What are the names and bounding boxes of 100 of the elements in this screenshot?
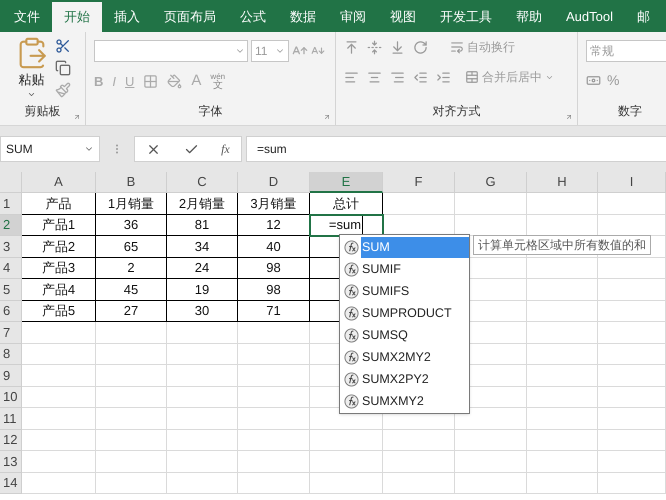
ribbon-tab[interactable]: AudTool xyxy=(554,2,625,32)
increase-indent-icon[interactable] xyxy=(436,70,451,84)
autocomplete-item[interactable]: SUMX2PY2 xyxy=(340,368,469,390)
table-cell xyxy=(527,279,598,300)
align-left-icon[interactable] xyxy=(344,70,359,84)
column-header[interactable]: D xyxy=(238,172,310,193)
align-bottom-icon[interactable] xyxy=(390,40,405,54)
column-header[interactable]: A xyxy=(22,172,96,193)
table-cell xyxy=(96,344,167,365)
table-cell xyxy=(167,365,238,386)
ribbon-tab[interactable]: 开发工具 xyxy=(428,2,504,32)
insert-function-button[interactable]: fx xyxy=(221,140,230,158)
autocomplete-item[interactable]: SUMPRODUCT xyxy=(340,302,469,324)
dialog-launcher-icon[interactable] xyxy=(565,113,573,121)
row-header[interactable]: 11 xyxy=(0,408,22,430)
dialog-launcher-icon[interactable] xyxy=(323,113,331,121)
ribbon-tab[interactable]: 邮 xyxy=(624,2,662,32)
group-label: 数字 xyxy=(618,104,642,118)
table-cell: 产品5 xyxy=(22,300,96,322)
name-box[interactable]: SUM xyxy=(0,136,100,162)
decrease-indent-icon[interactable] xyxy=(413,70,428,84)
table-cell xyxy=(527,408,598,430)
table-cell: 81 xyxy=(167,214,238,236)
column-header[interactable]: C xyxy=(167,172,238,193)
table-cell xyxy=(96,322,167,344)
table-cell xyxy=(598,386,666,408)
column-header[interactable]: I xyxy=(598,172,666,193)
paste-button[interactable]: 粘贴 xyxy=(14,36,48,98)
ribbon-tab[interactable]: 视图 xyxy=(378,2,428,32)
align-center-icon[interactable] xyxy=(367,70,382,84)
formula-field[interactable]: =sum xyxy=(246,136,666,162)
ribbon-tab[interactable]: 帮助 xyxy=(504,2,554,32)
ribbon-tab[interactable]: 页面布局 xyxy=(152,2,228,32)
table-cell xyxy=(383,193,455,214)
table-cell: 2月销量 xyxy=(167,193,238,214)
row-header[interactable]: 6 xyxy=(0,300,22,322)
row-header[interactable]: 4 xyxy=(0,258,22,279)
ribbon-tab[interactable]: 文件 xyxy=(2,2,52,32)
column-header[interactable]: E xyxy=(310,172,383,193)
align-right-icon[interactable] xyxy=(390,70,405,84)
orientation-icon[interactable] xyxy=(413,40,428,54)
autocomplete-item[interactable]: SUMX2MY2 xyxy=(340,346,469,368)
font-name-field[interactable] xyxy=(94,40,248,62)
wrap-text-icon xyxy=(450,40,464,54)
row-header[interactable]: 9 xyxy=(0,365,22,386)
table-cell xyxy=(527,344,598,365)
table-cell: 40 xyxy=(238,236,310,258)
row-header[interactable]: 1 xyxy=(0,193,22,214)
row-header[interactable]: 14 xyxy=(0,472,22,494)
row-header[interactable]: 3 xyxy=(0,236,22,258)
ribbon-tab[interactable]: 插入 xyxy=(102,2,152,32)
table-cell xyxy=(96,472,167,494)
table-cell: 产品3 xyxy=(22,258,96,279)
format-painter-icon[interactable] xyxy=(54,82,70,98)
dialog-launcher-icon[interactable] xyxy=(73,113,81,121)
table-cell xyxy=(167,472,238,494)
table-cell: 总计 xyxy=(310,193,383,214)
copy-icon[interactable] xyxy=(54,60,70,76)
row-header[interactable]: 10 xyxy=(0,386,22,408)
row-header[interactable]: 13 xyxy=(0,451,22,472)
ribbon-tab[interactable]: 公式 xyxy=(228,2,278,32)
table-cell xyxy=(238,408,310,430)
row-header[interactable]: 8 xyxy=(0,344,22,365)
ribbon-tab[interactable]: 数据 xyxy=(278,2,328,32)
row-header[interactable]: 2 xyxy=(0,214,22,236)
autocomplete-item[interactable]: SUMIF xyxy=(340,258,469,280)
autocomplete-item[interactable]: SUMSQ xyxy=(340,324,469,346)
table-cell xyxy=(527,300,598,322)
column-header[interactable]: B xyxy=(96,172,167,193)
cut-icon[interactable] xyxy=(54,38,70,54)
table-cell xyxy=(455,430,527,451)
autocomplete-item[interactable]: SUMXMY2 xyxy=(340,390,469,412)
table-cell xyxy=(383,451,455,472)
row-header[interactable]: 7 xyxy=(0,322,22,344)
table-cell: 产品 xyxy=(22,193,96,214)
table-cell xyxy=(598,408,666,430)
function-icon xyxy=(344,240,359,254)
align-middle-icon[interactable] xyxy=(367,40,382,54)
table-cell xyxy=(527,386,598,408)
row-header[interactable]: 12 xyxy=(0,430,22,451)
table-cell: 45 xyxy=(96,279,167,300)
table-cell xyxy=(527,365,598,386)
table-cell: 65 xyxy=(96,236,167,258)
table-cell xyxy=(455,472,527,494)
active-cell[interactable]: =sum xyxy=(310,214,383,236)
currency-icon[interactable] xyxy=(586,73,601,88)
function-tooltip: 计算单元格区域中所有数值的和 xyxy=(473,235,651,255)
column-header[interactable]: H xyxy=(527,172,598,193)
table-cell xyxy=(455,451,527,472)
column-header[interactable]: G xyxy=(455,172,527,193)
autocomplete-item[interactable]: SUMIFS xyxy=(340,280,469,302)
fill-color-icon[interactable] xyxy=(167,74,182,89)
ribbon-tab[interactable]: 审阅 xyxy=(328,2,378,32)
column-header[interactable]: F xyxy=(383,172,455,193)
table-cell: 1月销量 xyxy=(96,193,167,214)
function-icon xyxy=(344,350,359,364)
borders-icon[interactable] xyxy=(143,74,158,89)
ribbon-tab[interactable]: 开始 xyxy=(52,2,102,32)
row-header[interactable]: 5 xyxy=(0,279,22,300)
align-top-icon[interactable] xyxy=(344,40,359,54)
